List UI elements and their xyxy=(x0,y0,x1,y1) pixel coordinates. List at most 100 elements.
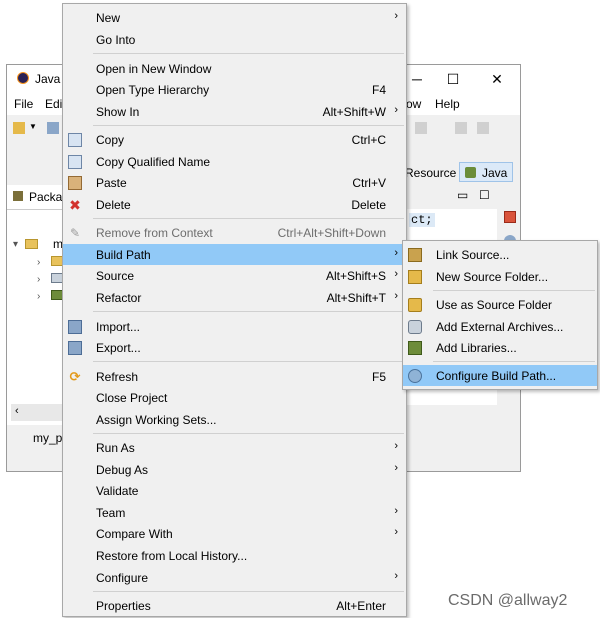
copy-qualified-name-icon xyxy=(68,155,82,169)
tree-expand-icon[interactable]: › xyxy=(37,274,40,285)
menu-item-delete[interactable]: ✖ Delete Delete xyxy=(63,194,406,215)
menu-item-label: Export... xyxy=(96,341,141,355)
menu-separator xyxy=(93,361,404,362)
submenu-arrow-icon: › xyxy=(394,570,398,582)
editor-code-text[interactable]: ct; xyxy=(409,213,435,227)
menu-item-copy-qualified-name[interactable]: Copy Qualified Name xyxy=(63,151,406,172)
menu-item-debug-as[interactable]: Debug As › xyxy=(63,459,406,480)
toolbar-icon[interactable] xyxy=(477,122,489,134)
use-as-source-folder-icon xyxy=(408,298,422,312)
new-icon[interactable] xyxy=(13,122,25,134)
menu-item-properties[interactable]: Properties Alt+Enter xyxy=(63,595,406,616)
menu-separator xyxy=(93,591,404,592)
perspective-resource[interactable]: Resource xyxy=(405,166,456,180)
menu-item-shortcut: Alt+Enter xyxy=(336,599,386,613)
menu-item-label: Import... xyxy=(96,320,141,334)
menu-item-validate[interactable]: Validate xyxy=(63,480,406,501)
submenu-item-link-source[interactable]: Link Source... xyxy=(403,244,597,265)
menu-item-label: Team xyxy=(96,506,126,520)
tree-expand-icon[interactable]: › xyxy=(37,257,40,268)
menu-item-shortcut: Delete xyxy=(351,198,386,212)
menu-item-label: Show In xyxy=(96,105,140,119)
menu-item-configure[interactable]: Configure › xyxy=(63,567,406,588)
horizontal-scrollbar[interactable]: ‹ xyxy=(11,404,67,421)
menu-item-paste[interactable]: Paste Ctrl+V xyxy=(63,172,406,193)
close-icon[interactable]: ✕ xyxy=(487,69,507,89)
menu-item-show-in[interactable]: Show In Alt+Shift+W › xyxy=(63,101,406,122)
configure-build-path-icon xyxy=(408,369,422,383)
minimize-icon[interactable]: ─ xyxy=(407,69,427,89)
submenu-arrow-icon: › xyxy=(394,290,398,302)
package-explorer: Packa ▾ m › › › xyxy=(7,185,68,425)
menu-window[interactable]: ow xyxy=(406,97,421,111)
menu-item-shortcut: Ctrl+Alt+Shift+Down xyxy=(277,226,386,240)
menu-item-import[interactable]: Import... xyxy=(63,316,406,337)
menu-item-export[interactable]: Export... xyxy=(63,337,406,358)
tree-expand-icon[interactable]: › xyxy=(37,291,40,302)
menu-item-open-type-hierarchy[interactable]: Open Type Hierarchy F4 xyxy=(63,79,406,100)
toolbar-icon[interactable] xyxy=(415,122,427,134)
menu-item-label: Configure Build Path... xyxy=(436,369,557,383)
toolbar-icon[interactable] xyxy=(455,122,467,134)
menu-item-restore-from-local-history[interactable]: Restore from Local History... xyxy=(63,545,406,566)
menu-item-refactor[interactable]: Refactor Alt+Shift+T › xyxy=(63,287,406,308)
menu-separator xyxy=(93,311,404,312)
menu-item-go-into[interactable]: Go Into xyxy=(63,29,406,50)
menu-separator xyxy=(93,433,404,434)
task-list-icon[interactable] xyxy=(504,211,516,223)
new-source-folder-icon xyxy=(408,270,422,284)
submenu-arrow-icon: › xyxy=(394,268,398,280)
perspective-java-button[interactable]: Java xyxy=(459,162,513,182)
submenu-item-add-external-archives[interactable]: Add External Archives... xyxy=(403,316,597,337)
minimize-view-icon[interactable]: ▭ xyxy=(457,188,468,202)
package-explorer-tab[interactable]: Packa xyxy=(7,185,67,210)
submenu-arrow-icon: › xyxy=(394,526,398,538)
maximize-icon[interactable]: ☐ xyxy=(443,69,463,89)
menu-item-copy[interactable]: Copy Ctrl+C xyxy=(63,129,406,150)
menu-item-build-path[interactable]: Build Path › xyxy=(63,244,406,265)
menu-item-refresh[interactable]: ⟳ Refresh F5 xyxy=(63,366,406,387)
menu-item-remove-from-context[interactable]: ✎ Remove from Context Ctrl+Alt+Shift+Dow… xyxy=(63,222,406,243)
eclipse-logo-icon xyxy=(17,72,29,84)
menu-item-close-project[interactable]: Close Project xyxy=(63,387,406,408)
menu-item-label: Restore from Local History... xyxy=(96,549,248,563)
menu-help[interactable]: Help xyxy=(435,97,460,111)
menu-item-shortcut: F5 xyxy=(371,370,386,384)
export-icon xyxy=(68,341,82,355)
menu-separator xyxy=(93,125,404,126)
menu-item-shortcut: Ctrl+C xyxy=(351,133,386,147)
submenu-item-add-libraries[interactable]: Add Libraries... xyxy=(403,337,597,358)
menu-item-label: Build Path xyxy=(96,248,151,262)
editor-header: ▭ ☐ xyxy=(407,185,497,209)
menu-item-label: Compare With xyxy=(96,527,173,541)
menu-item-new[interactable]: New › xyxy=(63,7,406,28)
menu-separator xyxy=(93,218,404,219)
menu-item-compare-with[interactable]: Compare With › xyxy=(63,523,406,544)
context-menu: New › Go Into Open in New Window Open Ty… xyxy=(62,3,407,617)
dropdown-arrow-icon[interactable]: ▼ xyxy=(29,122,37,134)
toolbar-icon[interactable] xyxy=(47,122,59,134)
menu-item-assign-working-sets[interactable]: Assign Working Sets... xyxy=(63,409,406,430)
menu-item-label: New Source Folder... xyxy=(436,270,549,284)
maximize-view-icon[interactable]: ☐ xyxy=(479,188,490,202)
menu-item-label: Validate xyxy=(96,484,139,498)
menu-item-open-in-new-window[interactable]: Open in New Window xyxy=(63,58,406,79)
menu-file[interactable]: File xyxy=(14,97,33,111)
copy-icon xyxy=(68,133,82,147)
menu-item-label: Remove from Context xyxy=(96,226,213,240)
menu-item-run-as[interactable]: Run As › xyxy=(63,437,406,458)
menu-item-label: Assign Working Sets... xyxy=(96,413,217,427)
menu-item-label: Copy xyxy=(96,133,125,147)
menu-item-team[interactable]: Team › xyxy=(63,502,406,523)
menu-item-source[interactable]: Source Alt+Shift+S › xyxy=(63,265,406,286)
scroll-left-icon[interactable]: ‹ xyxy=(15,405,19,417)
menu-item-label: Refresh xyxy=(96,370,139,384)
menu-item-shortcut: Alt+Shift+W xyxy=(322,105,386,119)
submenu-item-new-source-folder[interactable]: New Source Folder... xyxy=(403,266,597,287)
menu-item-label: Debug As xyxy=(96,463,149,477)
submenu-item-use-as-source-folder[interactable]: Use as Source Folder xyxy=(403,294,597,315)
menu-item-shortcut: Alt+Shift+S xyxy=(325,269,386,283)
submenu-item-configure-build-path[interactable]: Configure Build Path... xyxy=(403,365,597,386)
menu-edit[interactable]: Edi xyxy=(45,97,62,111)
tree-expand-icon[interactable]: ▾ xyxy=(13,239,18,250)
